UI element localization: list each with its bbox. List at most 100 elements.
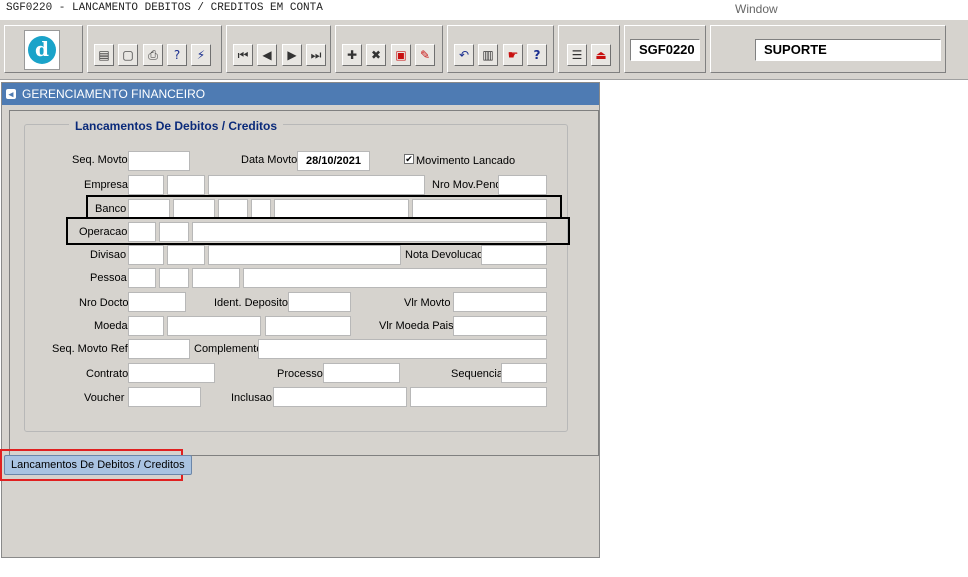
nro-mov-pend-field[interactable] [498, 175, 547, 195]
moeda-descricao-field[interactable] [167, 316, 261, 336]
label-sequencia: Sequencia [451, 368, 503, 380]
label-nota-devolucao: Nota Devolucao [405, 249, 484, 261]
seq-movto-field[interactable] [128, 151, 190, 171]
complemento-field[interactable] [258, 339, 547, 359]
sequencia-field[interactable] [501, 363, 547, 383]
divisao-code-field[interactable] [128, 245, 164, 265]
label-moeda: Moeda [94, 320, 128, 332]
user-group: SUPORTE [710, 25, 946, 73]
operacao-code-field[interactable] [128, 222, 156, 242]
navigation-toolbar-group: ⏮ ◀ ▶ ⏭ [226, 25, 331, 73]
empresa-name-field[interactable] [208, 175, 425, 195]
window-titlebar: ◂ GERENCIAMENTO FINANCEIRO [2, 83, 599, 105]
contrato-field[interactable] [128, 363, 215, 383]
banco-digito-field[interactable] [218, 199, 248, 219]
empresa-sub-field[interactable] [167, 175, 205, 195]
logo-icon: d [28, 36, 56, 64]
label-voucher: Voucher [84, 392, 125, 404]
insert-icon[interactable]: ✚ [342, 44, 362, 66]
inclusao-user-field[interactable] [410, 387, 547, 407]
label-seq-movto: Seq. Movto [72, 154, 128, 166]
label-nro-mov-pend: Nro Mov.Pend [432, 179, 502, 191]
moeda-code-field[interactable] [128, 316, 164, 336]
edit-icon[interactable]: ✎ [415, 44, 435, 66]
banco-conta-field[interactable] [274, 199, 409, 219]
file-toolbar-group: ▤ ▢ ⎙ ? ⚡ [87, 25, 222, 73]
next-record-icon[interactable]: ▶ [282, 44, 302, 66]
previous-record-icon[interactable]: ◀ [257, 44, 277, 66]
label-banco: Banco [95, 203, 127, 215]
processo-field[interactable] [323, 363, 400, 383]
pessoa-id-field[interactable] [192, 268, 240, 288]
user-name: SUPORTE [755, 39, 941, 61]
banco-conta-dv-field[interactable] [251, 199, 271, 219]
divisao-descricao-field[interactable] [208, 245, 401, 265]
help-hand-icon[interactable]: ☛ [503, 44, 523, 66]
module-group: SGF0220 [624, 25, 706, 73]
save-icon[interactable]: ▤ [94, 44, 114, 66]
pessoa-sub-field[interactable] [159, 268, 189, 288]
label-complemento: Complemento [194, 343, 263, 355]
clear-icon[interactable]: ▣ [391, 44, 411, 66]
window-icon[interactable]: ▢ [118, 44, 138, 66]
section-title: Lancamentos De Debitos / Creditos [69, 119, 284, 133]
label-processo: Processo [277, 368, 323, 380]
first-record-icon[interactable]: ⏮ [233, 44, 253, 66]
nota-devolucao-field[interactable] [481, 245, 547, 265]
seq-movto-ref-field[interactable] [128, 339, 190, 359]
undo-icon[interactable]: ↶ [454, 44, 474, 66]
vlr-moeda-pais-field[interactable] [453, 316, 547, 336]
exit-toolbar-group: ☰ ⏏ [558, 25, 620, 73]
menu-icon[interactable]: ☰ [567, 44, 587, 66]
execute-query-icon[interactable]: ⚡ [191, 44, 211, 66]
label-ident-deposito: Ident. Deposito [214, 297, 288, 309]
app-logo: d [24, 30, 60, 70]
label-divisao: Divisao [90, 249, 127, 261]
banco-descricao-field[interactable] [412, 199, 547, 219]
label-data-movto: Data Movto [241, 154, 298, 166]
label-vlr-movto: Vlr Movto [404, 297, 451, 309]
exit-icon[interactable]: ⏏ [591, 44, 611, 66]
list-icon[interactable]: ▥ [478, 44, 498, 66]
pessoa-code-field[interactable] [128, 268, 156, 288]
label-pessoa: Pessoa [90, 272, 127, 284]
window-menu-icon[interactable]: ◂ [6, 89, 16, 99]
moeda-taxa-field[interactable] [265, 316, 351, 336]
toolbar: d ▤ ▢ ⎙ ? ⚡ ⏮ ◀ ▶ ⏭ ✚ ✖ ▣ ✎ ↶ ▥ ☛ ? ☰ ⏏ … [0, 20, 968, 80]
label-seq-movto-ref: Seq. Movto Ref. [52, 343, 131, 355]
label-vlr-moeda-pais: Vlr Moeda Pais [379, 320, 454, 332]
ident-deposito-field[interactable] [288, 292, 351, 312]
record-toolbar-group: ✚ ✖ ▣ ✎ [335, 25, 443, 73]
label-movimento-lancado: Movimento Lancado [416, 155, 516, 167]
label-inclusao: Inclusao [231, 392, 272, 404]
help-icon[interactable]: ? [527, 44, 547, 66]
pessoa-nome-field[interactable] [243, 268, 547, 288]
empresa-code-field[interactable] [128, 175, 164, 195]
last-record-icon[interactable]: ⏭ [306, 44, 326, 66]
help-toolbar-group: ↶ ▥ ☛ ? [447, 25, 554, 73]
label-operacao: Operacao [79, 226, 128, 238]
tab-lancamentos[interactable]: Lancamentos De Debitos / Creditos [4, 455, 192, 475]
menu-window[interactable]: Window [735, 2, 778, 16]
data-movto-field[interactable]: 28/10/2021 [297, 151, 370, 171]
logo-group: d [4, 25, 83, 73]
window-title: GERENCIAMENTO FINANCEIRO [22, 87, 206, 101]
operacao-sub-field[interactable] [159, 222, 189, 242]
vlr-movto-field[interactable] [453, 292, 547, 312]
nro-docto-field[interactable] [128, 292, 186, 312]
movimento-lancado-checkbox[interactable]: ✔ [404, 154, 414, 164]
delete-icon[interactable]: ✖ [366, 44, 386, 66]
voucher-field[interactable] [128, 387, 201, 407]
label-nro-docto: Nro Docto [79, 297, 129, 309]
print-icon[interactable]: ⎙ [143, 44, 163, 66]
divisao-sub-field[interactable] [167, 245, 205, 265]
label-empresa: Empresa [84, 179, 129, 191]
banco-code-field[interactable] [128, 199, 170, 219]
menu-bar: SGF0220 - LANCAMENTO DEBITOS / CREDITOS … [0, 0, 968, 20]
operacao-descricao-field[interactable] [192, 222, 547, 242]
window-title-text: SGF0220 - LANCAMENTO DEBITOS / CREDITOS … [6, 2, 323, 14]
label-contrato: Contrato [86, 368, 129, 380]
query-icon[interactable]: ? [167, 44, 187, 66]
banco-agencia-field[interactable] [173, 199, 215, 219]
inclusao-date-field[interactable] [273, 387, 407, 407]
